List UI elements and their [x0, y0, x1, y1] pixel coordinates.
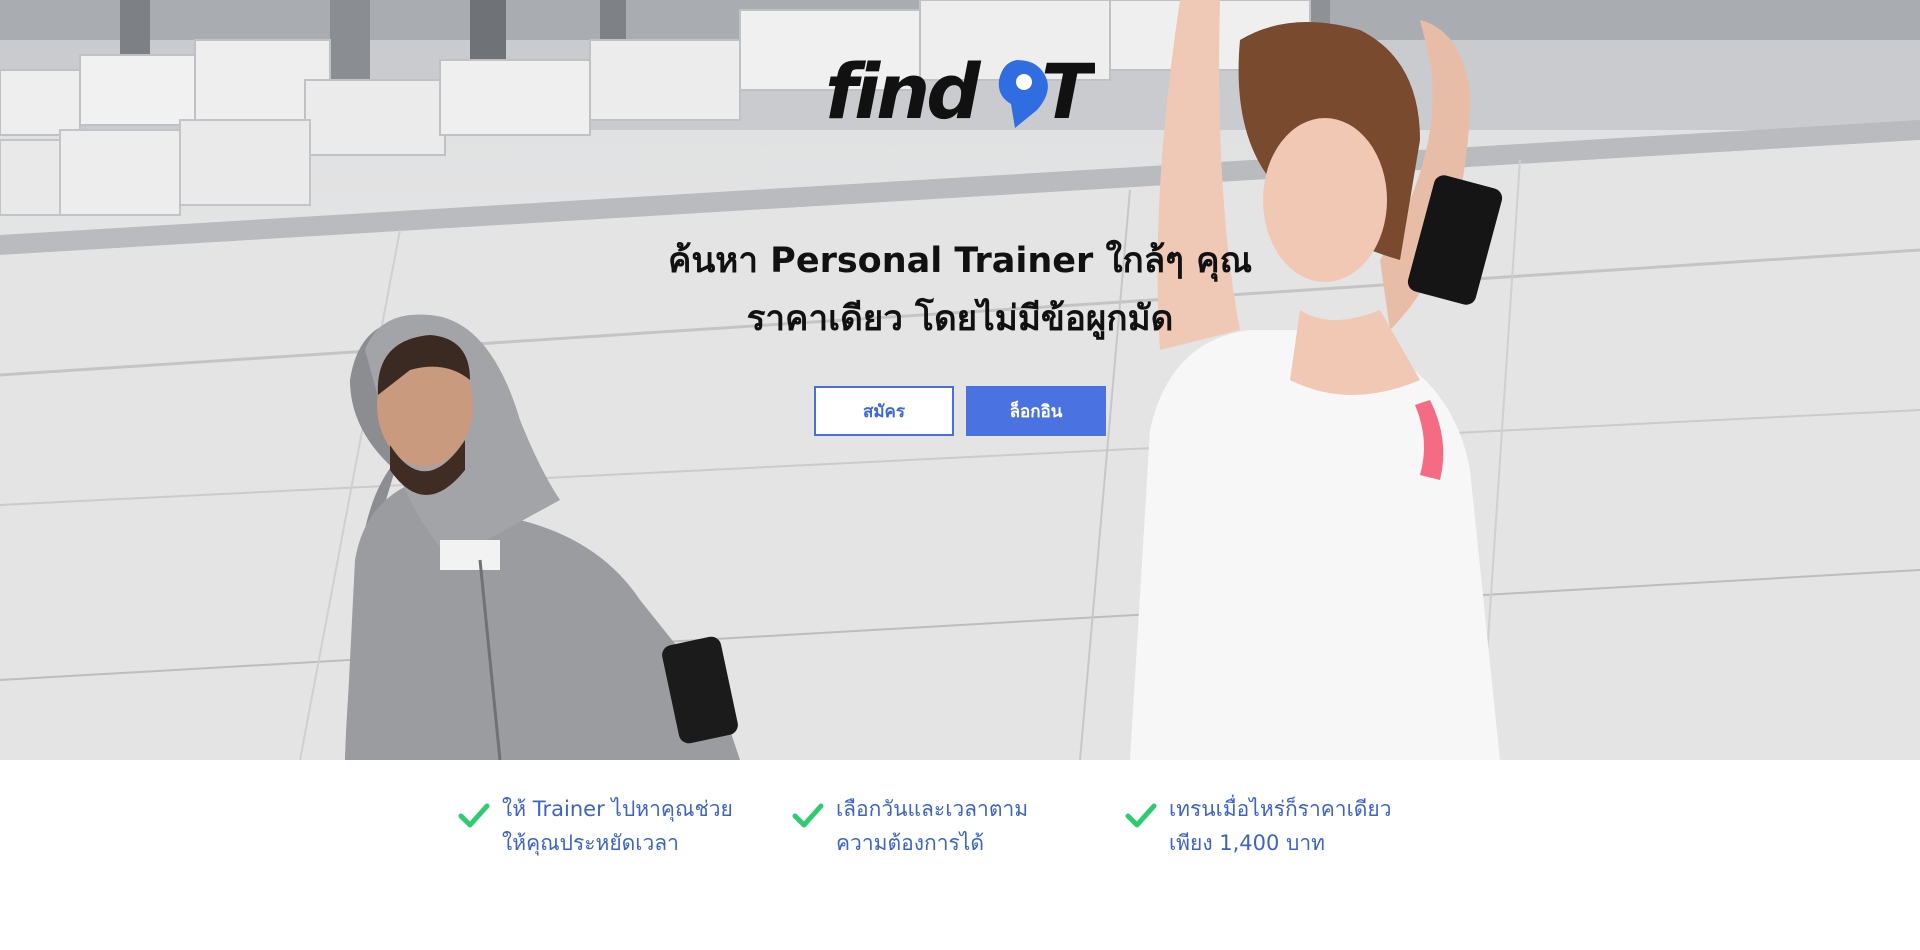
login-button[interactable]: ล็อกอิน: [966, 386, 1106, 436]
register-button[interactable]: สมัคร: [814, 386, 954, 436]
check-icon: [458, 803, 490, 828]
check-icon: [1125, 803, 1157, 828]
feature-line: เพียง 1,400 บาท: [1169, 831, 1326, 855]
feature-line: ให้ Trainer ไปหาคุณช่วย: [502, 797, 733, 821]
svg-text:find: find: [825, 50, 982, 130]
feature-line: ความต้องการได้: [836, 831, 984, 855]
feature-item-trainer-comes: ให้ Trainer ไปหาคุณช่วย ให้คุณประหยัดเวล…: [458, 792, 733, 860]
feature-item-single-price: เทรนเมื่อไหร่ก็ราคาเดียว เพียง 1,400 บาท: [1125, 792, 1392, 860]
features-section: ให้ Trainer ไปหาคุณช่วย ให้คุณประหยัดเวล…: [0, 760, 1920, 950]
feature-text: ให้ Trainer ไปหาคุณช่วย ให้คุณประหยัดเวล…: [502, 792, 733, 860]
feature-line: เทรนเมื่อไหร่ก็ราคาเดียว: [1169, 797, 1392, 821]
feature-line: เลือกวันและเวลาตาม: [836, 797, 1029, 821]
findpt-logo[interactable]: find T: [825, 50, 1095, 130]
feature-item-choose-time: เลือกวันและเวลาตาม ความต้องการได้: [792, 792, 1028, 860]
hero-headline: ค้นหา Personal Trainer ใกล้ๆ คุณ ราคาเดี…: [0, 232, 1920, 348]
hero-button-group: สมัคร ล็อกอิน: [814, 386, 1106, 436]
hero-headline-line-1: ค้นหา Personal Trainer ใกล้ๆ คุณ: [667, 241, 1253, 281]
hero-section: find T ค้นหา Personal Trainer ใกล้ๆ คุณ …: [0, 0, 1920, 760]
feature-line: ให้คุณประหยัดเวลา: [502, 831, 679, 855]
svg-text:T: T: [1041, 50, 1095, 130]
feature-text: เลือกวันและเวลาตาม ความต้องการได้: [836, 792, 1028, 860]
feature-text: เทรนเมื่อไหร่ก็ราคาเดียว เพียง 1,400 บาท: [1169, 792, 1392, 860]
check-icon: [792, 803, 824, 828]
hero-headline-line-2: ราคาเดียว โดยไม่มีข้อผูกมัด: [746, 299, 1174, 339]
